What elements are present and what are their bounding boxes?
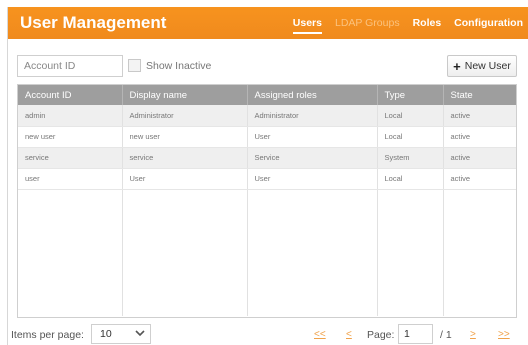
prev-page-link[interactable]: < <box>346 329 352 340</box>
pagination-bar: Items per page: 10 << < Page: / 1 > >> <box>8 324 528 344</box>
new-user-button[interactable]: + New User <box>447 55 517 77</box>
show-inactive-toggle[interactable]: Show Inactive <box>128 59 211 72</box>
column-header-state[interactable]: State <box>443 85 516 105</box>
cell-assigned-roles: Administrator <box>247 105 378 127</box>
account-id-search-input[interactable] <box>17 55 123 77</box>
cell-account-id: user <box>18 168 123 190</box>
chevron-down-icon[interactable] <box>130 329 150 340</box>
table-row[interactable]: new user new user User Local active <box>18 126 516 148</box>
cell-state: active <box>443 105 516 127</box>
tab-users[interactable]: Users <box>292 17 322 34</box>
items-per-page-value: 10 <box>100 328 112 340</box>
tab-ldap-groups[interactable]: LDAP Groups <box>335 17 400 34</box>
table-header-row: Account ID Display name Assigned roles T… <box>18 85 516 105</box>
cell-display-name: Administrator <box>122 105 248 127</box>
column-header-account-id[interactable]: Account ID <box>18 85 123 105</box>
header-bar: User Management Users LDAP Groups Roles … <box>8 7 528 39</box>
cell-display-name: service <box>122 147 248 169</box>
items-per-page-select[interactable]: 10 <box>91 324 151 344</box>
page-total: / 1 <box>440 329 452 341</box>
users-table: Account ID Display name Assigned roles T… <box>17 84 517 318</box>
new-user-label: New User <box>464 60 511 72</box>
cell-state: active <box>443 147 516 169</box>
cell-display-name: new user <box>122 126 248 148</box>
cell-state: active <box>443 126 516 148</box>
column-header-type[interactable]: Type <box>377 85 444 105</box>
table-row[interactable]: service service Service System active <box>18 147 516 169</box>
cell-assigned-roles: User <box>247 168 378 190</box>
cell-display-name: User <box>122 168 248 190</box>
next-page-link[interactable]: > <box>470 329 476 340</box>
cell-type: Local <box>377 168 444 190</box>
table-row[interactable]: user User User Local active <box>18 168 516 190</box>
last-page-link[interactable]: >> <box>498 329 510 340</box>
cell-assigned-roles: User <box>247 126 378 148</box>
table-empty-area <box>18 189 516 316</box>
first-page-link[interactable]: << <box>314 329 326 340</box>
plus-icon: + <box>453 58 461 74</box>
cell-account-id: service <box>18 147 123 169</box>
cell-type: Local <box>377 126 444 148</box>
cell-type: Local <box>377 105 444 127</box>
page-label: Page: <box>367 329 395 341</box>
column-header-assigned-roles[interactable]: Assigned roles <box>247 85 378 105</box>
page-number-input[interactable] <box>398 324 433 344</box>
show-inactive-checkbox[interactable] <box>128 59 141 72</box>
tab-roles[interactable]: Roles <box>413 17 442 34</box>
show-inactive-label: Show Inactive <box>146 59 212 72</box>
cell-type: System <box>377 147 444 169</box>
cell-assigned-roles: Service <box>247 147 378 169</box>
cell-state: active <box>443 168 516 190</box>
column-header-display-name[interactable]: Display name <box>122 85 248 105</box>
page-title: User Management <box>20 13 167 32</box>
user-management-panel: User Management Users LDAP Groups Roles … <box>7 7 528 345</box>
cell-account-id: admin <box>18 105 123 127</box>
cell-account-id: new user <box>18 126 123 148</box>
nav-tabs: Users LDAP Groups Roles Configuration <box>292 17 528 34</box>
table-row[interactable]: admin Administrator Administrator Local … <box>18 105 516 127</box>
items-per-page-label: Items per page: <box>11 329 84 341</box>
tab-configuration[interactable]: Configuration <box>454 17 523 34</box>
